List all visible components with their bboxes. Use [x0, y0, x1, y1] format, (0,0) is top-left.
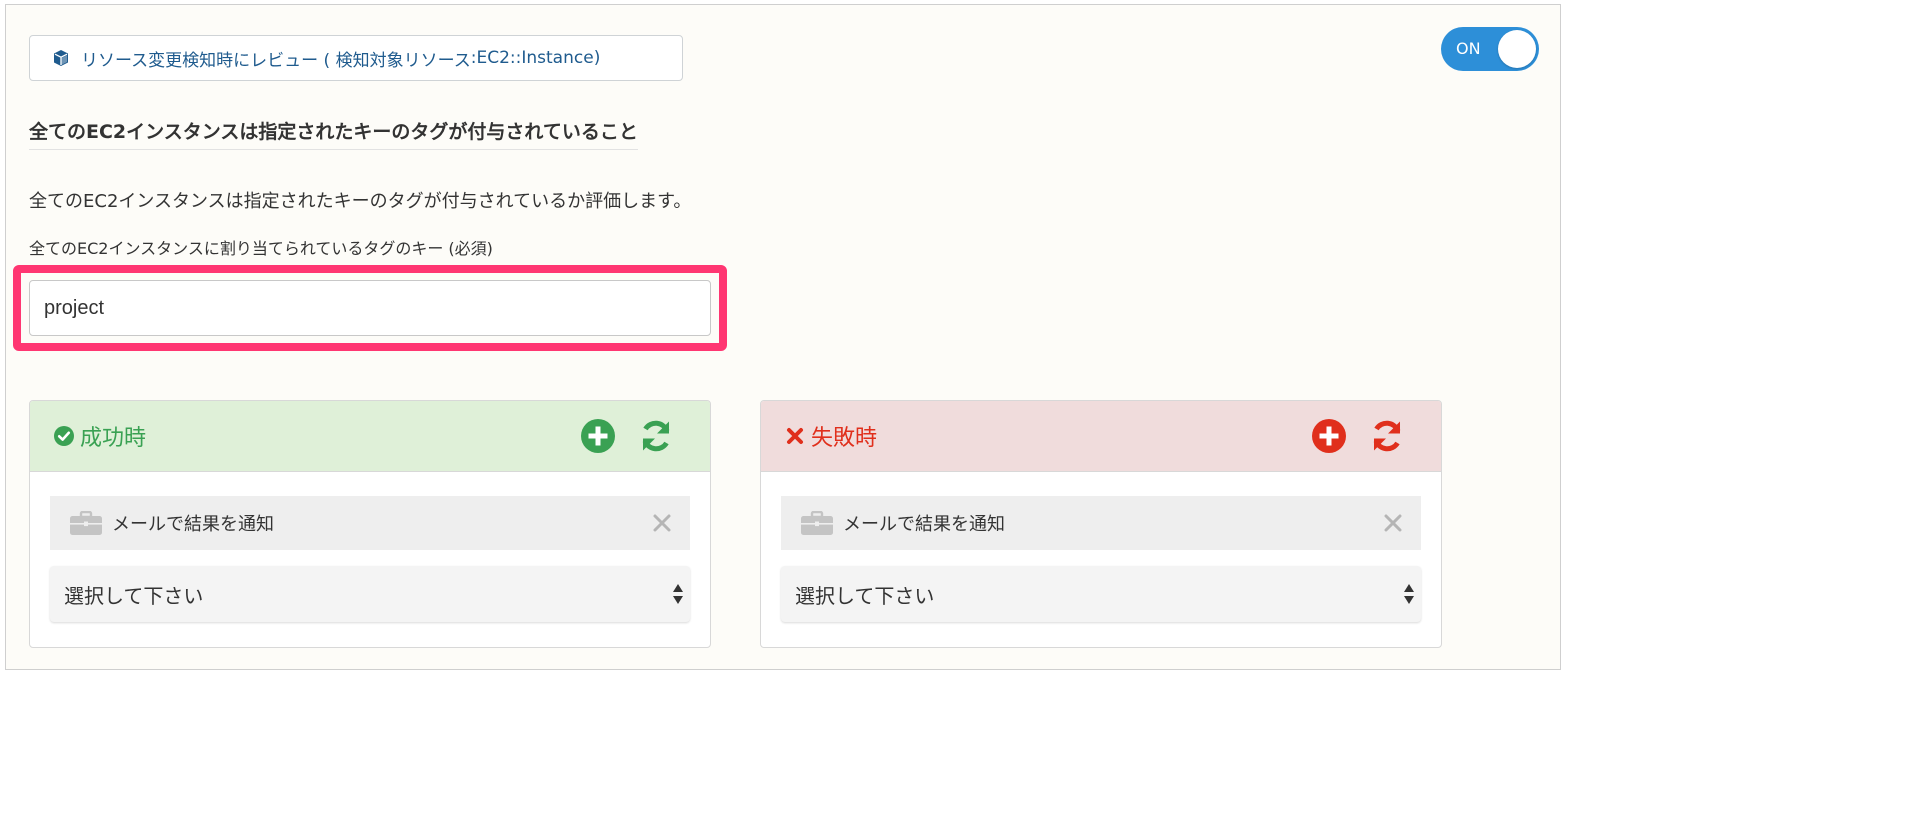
resource-type: EC2::Instance: [476, 48, 594, 68]
failure-panel: 失敗時 メールで結果を通知 選択して下さい: [760, 400, 1442, 648]
close-icon[interactable]: [652, 513, 672, 533]
action-label: メールで結果を通知: [112, 514, 274, 535]
add-action-button[interactable]: [581, 419, 615, 453]
toggle-knob: [1498, 30, 1536, 68]
action-select-value: 選択して下さい: [64, 583, 204, 608]
failure-panel-title: 失敗時: [811, 426, 878, 451]
sort-arrows-icon: [1404, 584, 1414, 604]
check-circle-icon: [54, 426, 74, 446]
resource-trigger-badge: リソース変更検知時にレビュー ( 検知対象リソース: EC2::Instance…: [29, 35, 683, 81]
resource-trigger-label: リソース変更検知時にレビュー ( 検知対象リソース: [81, 50, 471, 71]
x-icon: [787, 428, 803, 444]
rule-card: リソース変更検知時にレビュー ( 検知対象リソース: EC2::Instance…: [5, 4, 1561, 670]
tag-key-input[interactable]: [29, 280, 711, 336]
briefcase-icon: [801, 511, 833, 535]
toggle-label: ON: [1456, 39, 1481, 58]
rule-description: 全てのEC2インスタンスは指定されたキーのタグが付与されているか評価します。: [29, 191, 692, 212]
sort-arrows-icon: [673, 584, 683, 604]
rule-enabled-toggle[interactable]: ON: [1441, 27, 1539, 71]
cube-icon: [54, 50, 68, 66]
briefcase-icon: [70, 511, 102, 535]
action-select[interactable]: 選択して下さい: [781, 566, 1421, 622]
action-label: メールで結果を通知: [843, 514, 1005, 535]
action-select-value: 選択して下さい: [795, 583, 935, 608]
notify-email-action: メールで結果を通知: [50, 496, 690, 550]
add-action-button[interactable]: [1312, 419, 1346, 453]
success-panel-title: 成功時: [80, 426, 147, 451]
tag-key-label: 全てのEC2インスタンスに割り当てられているタグのキー (必須): [29, 239, 493, 258]
action-select[interactable]: 選択して下さい: [50, 566, 690, 622]
resource-trigger-suffix: ): [593, 48, 601, 68]
success-panel-header: 成功時: [30, 401, 710, 472]
success-panel: 成功時 メールで結果を通知 選択して下さい: [29, 400, 711, 648]
close-icon[interactable]: [1383, 513, 1403, 533]
refresh-icon[interactable]: [638, 418, 674, 454]
rule-title: 全てのEC2インスタンスは指定されたキーのタグが付与されていること: [29, 117, 638, 150]
notify-email-action: メールで結果を通知: [781, 496, 1421, 550]
failure-panel-header: 失敗時: [761, 401, 1441, 472]
refresh-icon[interactable]: [1369, 418, 1405, 454]
